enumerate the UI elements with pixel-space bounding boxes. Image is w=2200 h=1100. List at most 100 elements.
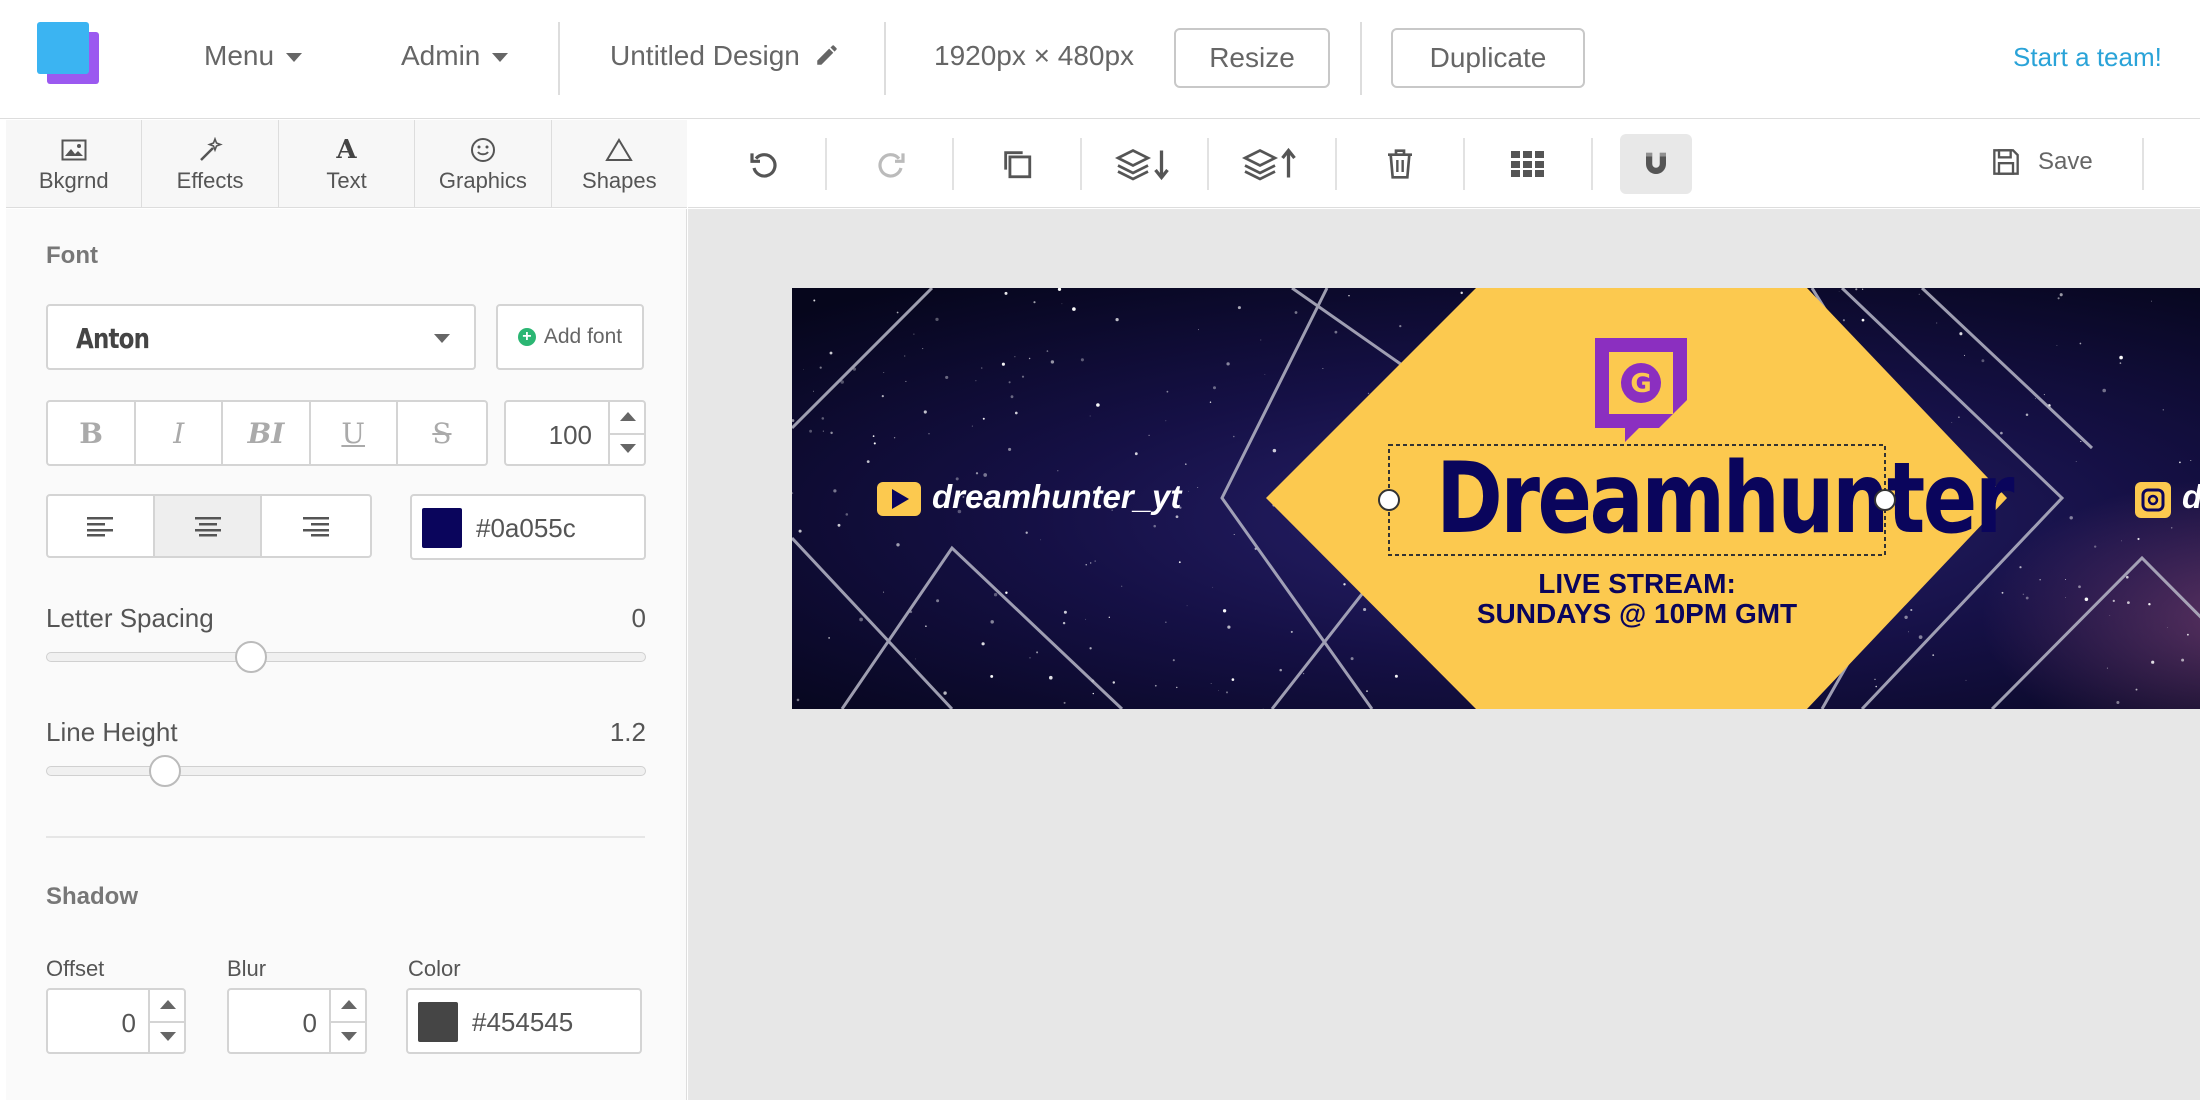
shadow-offset-stepper[interactable]: 0 [46,988,186,1054]
arrow-down-icon[interactable] [341,1032,357,1041]
star [925,625,927,628]
star [859,617,863,622]
snap-magnet-button[interactable] [1620,134,1692,194]
copy-button[interactable] [981,134,1053,194]
save-button[interactable]: Save [1992,148,2093,176]
star [821,417,825,420]
arrow-up-icon[interactable] [341,1000,357,1009]
star [1842,319,1845,322]
text-color-picker[interactable]: #0a055c [410,494,646,560]
redo-button[interactable] [855,134,927,194]
undo-button[interactable] [728,134,800,194]
star [1089,647,1092,650]
resize-handle-right[interactable] [1874,489,1896,511]
schedule-text[interactable]: SUNDAYS @ 10PM GMT [1392,598,1882,630]
star [1185,463,1187,465]
line-height-handle[interactable] [149,755,181,787]
star [1165,420,1167,422]
letter-spacing-slider[interactable] [46,652,646,662]
tab-shapes[interactable]: Shapes [552,120,687,207]
align-left-button[interactable] [48,496,155,556]
tab-text[interactable]: A Text [279,120,416,207]
star [2109,615,2111,616]
shadow-offset-label: Offset [46,956,105,981]
star [975,380,977,382]
star [1910,608,1913,612]
star [828,637,830,639]
headline-text[interactable]: Dreamhunter [1436,442,2014,556]
letter-spacing-handle[interactable] [235,641,267,673]
star [1874,678,1876,680]
tab-background[interactable]: Bkgrnd [6,120,143,207]
start-team-link[interactable]: Start a team! [2013,42,2162,73]
arrow-down-icon[interactable] [620,444,636,453]
align-center-button[interactable] [154,496,263,556]
star [2119,355,2123,360]
image-icon [61,139,87,160]
star [2151,300,2152,302]
star [1222,609,1227,613]
star [1005,591,1008,595]
bring-forward-button[interactable] [1236,134,1308,194]
star [1115,317,1119,322]
menu-dropdown[interactable]: Menu [204,40,303,72]
arrow-down-icon[interactable] [160,1032,176,1041]
star [1302,672,1305,675]
duplicate-button[interactable]: Duplicate [1391,28,1585,88]
line-height-slider[interactable] [46,766,646,776]
star [1958,416,1960,419]
italic-button[interactable]: I [136,402,224,464]
star [1272,448,1277,453]
font-family-select[interactable]: Anton [46,304,476,370]
star [1188,490,1190,492]
add-font-button[interactable]: + Add font [496,304,644,370]
underline-button[interactable]: U [311,402,398,464]
shadow-color-swatch [418,1002,458,1042]
star [2112,599,2115,603]
shadow-blur-stepper[interactable]: 0 [227,988,367,1054]
strikethrough-button[interactable]: S [398,402,486,464]
bold-italic-button[interactable]: BI [223,402,311,464]
star [2151,660,2155,664]
star [1838,290,1840,292]
star [803,369,804,370]
grid-button[interactable] [1492,134,1564,194]
align-right-icon [303,517,330,537]
star [2075,461,2077,462]
bold-button[interactable]: B [48,402,137,464]
star [2106,667,2108,669]
arrow-up-icon[interactable] [160,1000,176,1009]
star [1861,318,1865,322]
tab-label: Shapes [582,167,657,193]
star [1861,288,1864,290]
star [830,431,833,435]
shadow-color-picker[interactable]: #454545 [406,988,642,1054]
resize-handle-left[interactable] [1378,489,1400,511]
design-title[interactable]: Untitled Design [610,40,840,72]
youtube-handle-text[interactable]: dreamhunter_yt [932,478,1181,516]
star [943,691,947,695]
grid-icon [1511,151,1544,177]
star [1033,301,1036,304]
send-backward-button[interactable] [1109,134,1181,194]
star [1036,651,1039,654]
font-size-stepper[interactable]: 100 [504,400,646,466]
tab-effects[interactable]: Effects [142,120,279,207]
star [990,620,994,624]
resize-button[interactable]: Resize [1174,28,1330,88]
instagram-handle-text[interactable]: d [2182,478,2200,516]
admin-dropdown[interactable]: Admin [401,40,509,72]
design-canvas[interactable]: G dreamhunter_yt Dreamhunter LIVE STREAM… [792,288,2200,709]
arrow-up-icon[interactable] [620,412,636,421]
align-right-button[interactable] [262,496,370,556]
app-logo[interactable] [37,22,101,86]
star [1178,561,1181,564]
delete-button[interactable] [1364,134,1436,194]
live-stream-text[interactable]: LIVE STREAM: [1392,568,1882,600]
star [1089,415,1091,417]
star [1908,631,1909,633]
star [2079,342,2082,345]
star [913,333,915,335]
tab-graphics[interactable]: Graphics [415,120,552,207]
star [1072,307,1076,311]
